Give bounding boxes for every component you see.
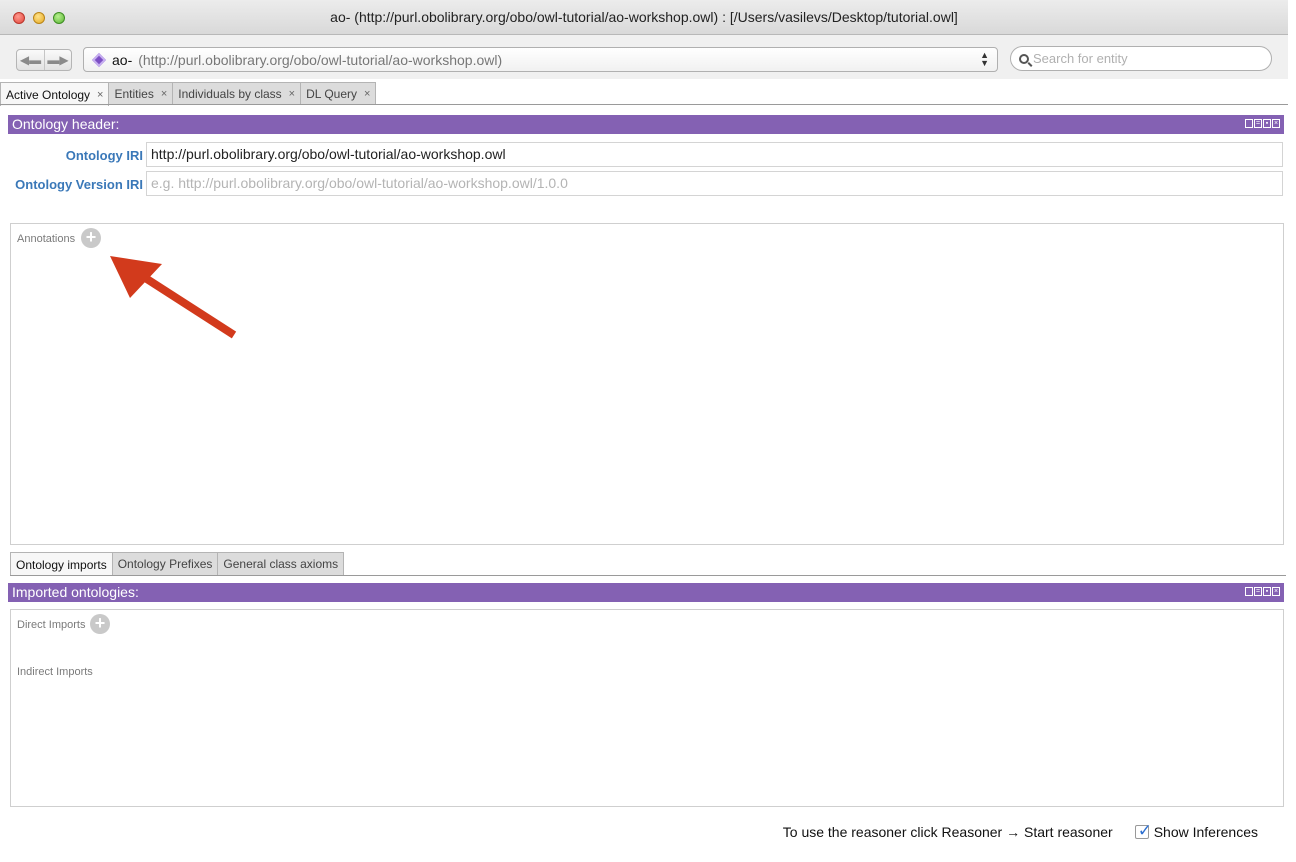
- workspace-tabs: Active Ontology × Entities × Individuals…: [0, 82, 377, 106]
- forward-arrow-icon: ▬▶: [47, 53, 69, 67]
- active-ontology-selector[interactable]: ao- (http://purl.obolibrary.org/obo/owl-…: [83, 47, 998, 72]
- entity-search: [1010, 46, 1272, 71]
- forward-button[interactable]: ▬▶: [44, 50, 71, 70]
- reasoner-hint: To use the reasoner click Reasoner → Sta…: [782, 824, 1113, 840]
- back-button[interactable]: ◀▬: [17, 50, 44, 70]
- tab-label: General class axioms: [223, 557, 339, 571]
- ontology-iri-label: Ontology IRI: [65, 148, 143, 163]
- view-window-controls: = ▪ ×: [1245, 119, 1280, 128]
- float-view-icon[interactable]: [1245, 587, 1253, 596]
- close-tab-icon[interactable]: ×: [97, 89, 103, 101]
- close-view-icon[interactable]: ×: [1272, 587, 1280, 596]
- ontology-iri-field[interactable]: http://purl.obolibrary.org/obo/owl-tutor…: [146, 142, 1283, 167]
- tab-label: Ontology imports: [16, 557, 107, 572]
- maximize-view-icon[interactable]: ▪: [1263, 587, 1271, 596]
- tabs-divider: [0, 104, 1288, 105]
- float-view-icon[interactable]: [1245, 119, 1253, 128]
- tab-label: Entities: [114, 87, 154, 101]
- checkmark-icon: ✓: [1137, 821, 1152, 840]
- tab-label: Ontology Prefixes: [117, 557, 213, 571]
- add-import-button[interactable]: +: [90, 614, 110, 634]
- close-tab-icon[interactable]: ×: [289, 88, 295, 100]
- tab-individuals-by-class[interactable]: Individuals by class ×: [172, 82, 302, 105]
- ontology-header-view-title: Ontology header: = ▪ ×: [8, 115, 1284, 134]
- tab-label: Active Ontology: [6, 87, 91, 102]
- ontology-iri: (http://purl.obolibrary.org/obo/owl-tuto…: [138, 51, 503, 68]
- tab-entities[interactable]: Entities ×: [108, 82, 174, 105]
- status-bar: To use the reasoner click Reasoner → Sta…: [782, 821, 1258, 840]
- imported-ontologies-view-title: Imported ontologies: = ▪ ×: [8, 583, 1284, 602]
- annotation-pointer-arrow: [110, 256, 237, 339]
- view-title: Ontology header:: [12, 116, 120, 132]
- view-window-controls: = ▪ ×: [1245, 587, 1280, 596]
- ontology-diamond-icon: [91, 52, 107, 67]
- tab-label: DL Query: [306, 87, 358, 101]
- split-view-icon[interactable]: =: [1254, 587, 1262, 596]
- window-title: ao- (http://purl.obolibrary.org/obo/owl-…: [330, 9, 958, 25]
- tab-label: Individuals by class: [178, 87, 282, 101]
- close-tab-icon[interactable]: ×: [364, 88, 370, 100]
- tab-active-ontology[interactable]: Active Ontology ×: [0, 82, 110, 106]
- add-annotation-button[interactable]: +: [81, 228, 101, 248]
- maximize-view-icon[interactable]: ▪: [1263, 119, 1271, 128]
- view-title: Imported ontologies:: [12, 584, 139, 600]
- minimize-window-button[interactable]: [33, 12, 45, 24]
- indirect-imports-label: Indirect Imports: [17, 666, 93, 678]
- ontology-sub-tabs: Ontology imports Ontology Prefixes Gener…: [10, 552, 345, 576]
- ontology-version-iri-field[interactable]: e.g. http://purl.obolibrary.org/obo/owl-…: [146, 171, 1283, 196]
- annotations-label: Annotations: [17, 233, 76, 245]
- title-bar: ao- (http://purl.obolibrary.org/obo/owl-…: [0, 0, 1288, 35]
- tab-ontology-prefixes[interactable]: Ontology Prefixes: [111, 552, 219, 575]
- back-arrow-icon: ◀▬: [19, 53, 42, 67]
- imports-panel: Direct Imports + Indirect Imports: [10, 609, 1284, 807]
- ontology-version-iri-label: Ontology Version IRI: [15, 177, 143, 192]
- search-icon: [1019, 53, 1029, 64]
- ontology-name: ao-: [112, 51, 133, 68]
- history-nav: ◀▬ ▬▶: [16, 49, 72, 71]
- search-input[interactable]: [1033, 51, 1253, 66]
- toolbar: ◀▬ ▬▶ ao- (http://purl.obolibrary.org/ob…: [0, 35, 1288, 79]
- zoom-window-button[interactable]: [53, 12, 65, 24]
- show-inferences-checkbox[interactable]: ✓: [1134, 821, 1152, 840]
- direct-imports-label: Direct Imports: [17, 619, 86, 631]
- close-tab-icon[interactable]: ×: [161, 88, 167, 100]
- show-inferences-label[interactable]: Show Inferences: [1154, 824, 1258, 840]
- close-window-button[interactable]: [13, 12, 25, 24]
- tab-general-class-axioms[interactable]: General class axioms: [217, 552, 345, 575]
- tab-dl-query[interactable]: DL Query ×: [300, 82, 377, 105]
- bottom-tabs-divider: [10, 575, 1286, 576]
- split-view-icon[interactable]: =: [1254, 119, 1262, 128]
- chevron-updown-icon: ▲ ▼: [980, 50, 989, 68]
- tab-ontology-imports[interactable]: Ontology imports: [10, 552, 113, 576]
- close-view-icon[interactable]: ×: [1272, 119, 1280, 128]
